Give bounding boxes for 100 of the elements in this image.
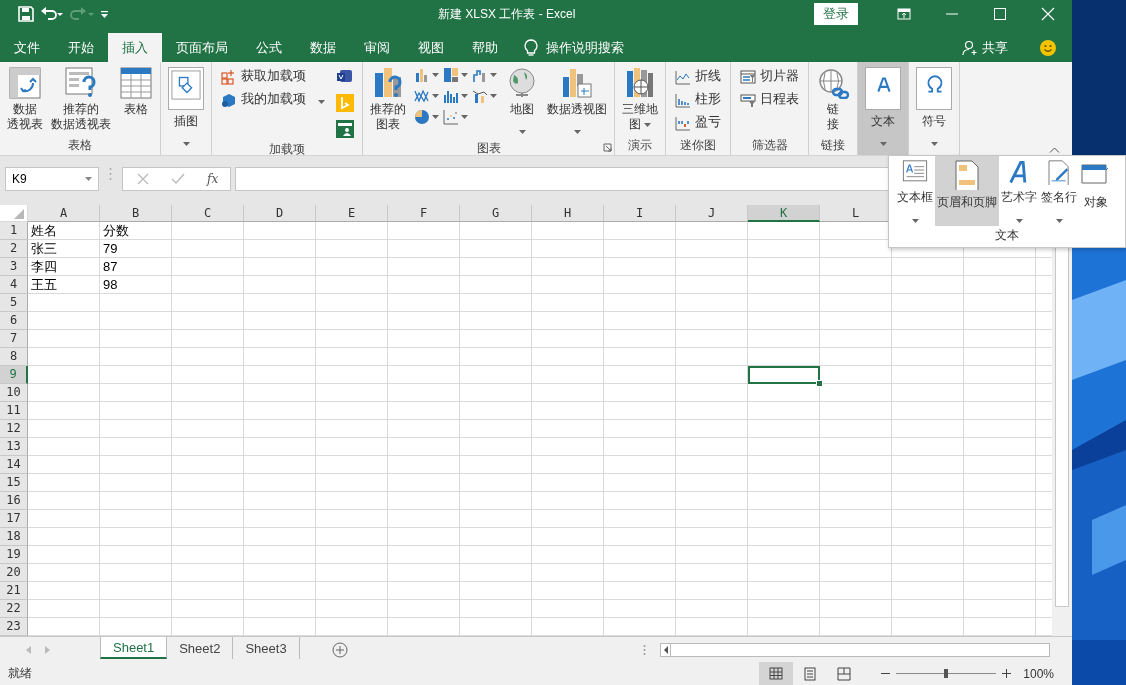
menu-item[interactable]: 页眉和页脚 [935,156,999,226]
zoom-thumb[interactable] [944,669,949,678]
ribbon-button[interactable]: 获取加载项 [219,67,327,86]
row-header[interactable]: 20 [0,564,28,582]
row-header[interactable]: 22 [0,600,28,618]
column-header[interactable]: G [460,205,532,222]
name-box[interactable]: K9 [5,167,99,191]
chart-type-button[interactable] [443,88,468,104]
menu-item[interactable]: 签名行 [1039,156,1079,226]
customize-icon[interactable] [100,9,110,19]
ribbon-tab[interactable]: 审阅 [350,33,404,62]
ribbon-button[interactable]: 我的加载项 [219,90,327,109]
ribbon-tab[interactable]: 开始 [54,33,108,62]
row-header[interactable]: 19 [0,546,28,564]
menu-item[interactable]: 对象 [1079,156,1113,226]
ribbon-button[interactable]: 符号 [913,65,955,152]
ribbon-button[interactable]: 数据 透视表 [4,65,46,134]
login-button[interactable]: 登录 [814,3,858,25]
ribbon-button[interactable]: 推荐的 数据透视表 [48,65,114,134]
column-header[interactable]: E [316,205,388,222]
chart-type-button[interactable] [443,67,468,83]
fill-handle[interactable] [816,380,823,387]
column-header[interactable]: J [676,205,748,222]
share-button[interactable]: 共享 [956,33,1014,62]
ribbon-tab[interactable]: 帮助 [458,33,512,62]
row-header[interactable]: 6 [0,312,28,330]
ribbon-button[interactable]: 三维地 图 [619,65,661,134]
ribbon-tab[interactable]: 页面布局 [162,33,242,62]
column-header[interactable]: H [532,205,604,222]
zoom-slider[interactable] [896,669,997,678]
ribbon-button[interactable]: 切片器 [738,67,801,86]
chart-type-button[interactable] [414,88,439,104]
horizontal-scrollbar[interactable] [660,642,1050,657]
menu-item[interactable]: 文本框 [895,156,935,226]
insert-function-button[interactable]: fx [207,172,219,186]
sheet-tab[interactable]: Sheet2 [167,637,234,659]
column-header[interactable]: D [244,205,316,222]
row-header[interactable]: 1 [0,222,28,240]
smiley-icon[interactable] [1040,39,1056,56]
row-header[interactable]: 8 [0,348,28,366]
chart-type-button[interactable] [414,67,439,83]
sheet-tab[interactable]: Sheet1 [100,637,168,659]
ribbon-tab[interactable]: 插入 [108,33,162,62]
row-header[interactable]: 14 [0,456,28,474]
ribbon-tab[interactable]: 公式 [242,33,296,62]
ribbon-button[interactable]: 地图 [502,65,542,140]
row-header[interactable]: 11 [0,402,28,420]
row-header[interactable]: 18 [0,528,28,546]
ribbon-tab[interactable]: 文件 [0,33,54,62]
menu-item[interactable]: 艺术字 [999,156,1039,226]
save-icon[interactable] [18,6,34,22]
row-header[interactable]: 9 [0,366,28,384]
ribbon-tab[interactable]: 视图 [404,33,458,62]
close-icon[interactable] [1041,7,1055,21]
maximize-icon[interactable] [993,7,1007,21]
chart-type-button[interactable] [472,67,497,83]
ribbon-tab[interactable]: 数据 [296,33,350,62]
chart-type-button[interactable] [472,88,497,104]
people-graph-icon[interactable] [336,120,354,138]
row-header[interactable]: 12 [0,420,28,438]
column-header[interactable]: A [28,205,100,222]
row-header[interactable]: 4 [0,276,28,294]
row-header[interactable]: 3 [0,258,28,276]
ribbon-button[interactable]: 文本 [862,65,904,152]
ribbon-button[interactable]: 盈亏 [673,113,723,132]
selected-cell[interactable] [748,366,820,384]
search-field[interactable]: 操作说明搜索 [546,38,624,57]
row-header[interactable]: 10 [0,384,28,402]
undo-icon[interactable] [40,6,64,22]
row-header[interactable]: 21 [0,582,28,600]
row-header[interactable]: 13 [0,438,28,456]
ribbon-button[interactable]: 数据透视图 [544,65,610,140]
ribbon-button[interactable]: 折线 [673,67,723,86]
split-handle-icon[interactable] [643,643,646,656]
ribbon-button[interactable]: 日程表 [738,90,801,109]
column-header[interactable]: B [100,205,172,222]
row-header[interactable]: 16 [0,492,28,510]
column-header[interactable]: K [748,205,820,222]
column-header[interactable]: I [604,205,676,222]
ribbon-button[interactable]: 柱形 [673,90,723,109]
row-header[interactable]: 17 [0,510,28,528]
column-header[interactable]: C [172,205,244,222]
chart-type-button[interactable] [414,109,439,125]
sheet-tab[interactable]: Sheet3 [233,637,300,659]
zoom-in-icon[interactable] [1002,669,1012,678]
ribbon-button[interactable]: 表格 [116,65,156,119]
zoom-level[interactable]: 100% [1023,666,1054,681]
row-header[interactable]: 23 [0,618,28,636]
view-button[interactable] [759,662,794,685]
ribbon-button[interactable]: 插图 [165,65,207,152]
dialog-launcher-icon[interactable] [603,143,612,152]
ribbon-button[interactable]: 链 接 [813,65,853,134]
row-header[interactable]: 5 [0,294,28,312]
row-header[interactable]: 2 [0,240,28,258]
row-header[interactable]: 7 [0,330,28,348]
chart-type-button[interactable] [443,109,468,125]
ribbon-button[interactable]: 推荐的 图表 [367,65,409,134]
add-sheet-icon[interactable] [331,641,348,658]
ribbon-options-icon[interactable] [897,7,911,21]
row-header[interactable]: 15 [0,474,28,492]
